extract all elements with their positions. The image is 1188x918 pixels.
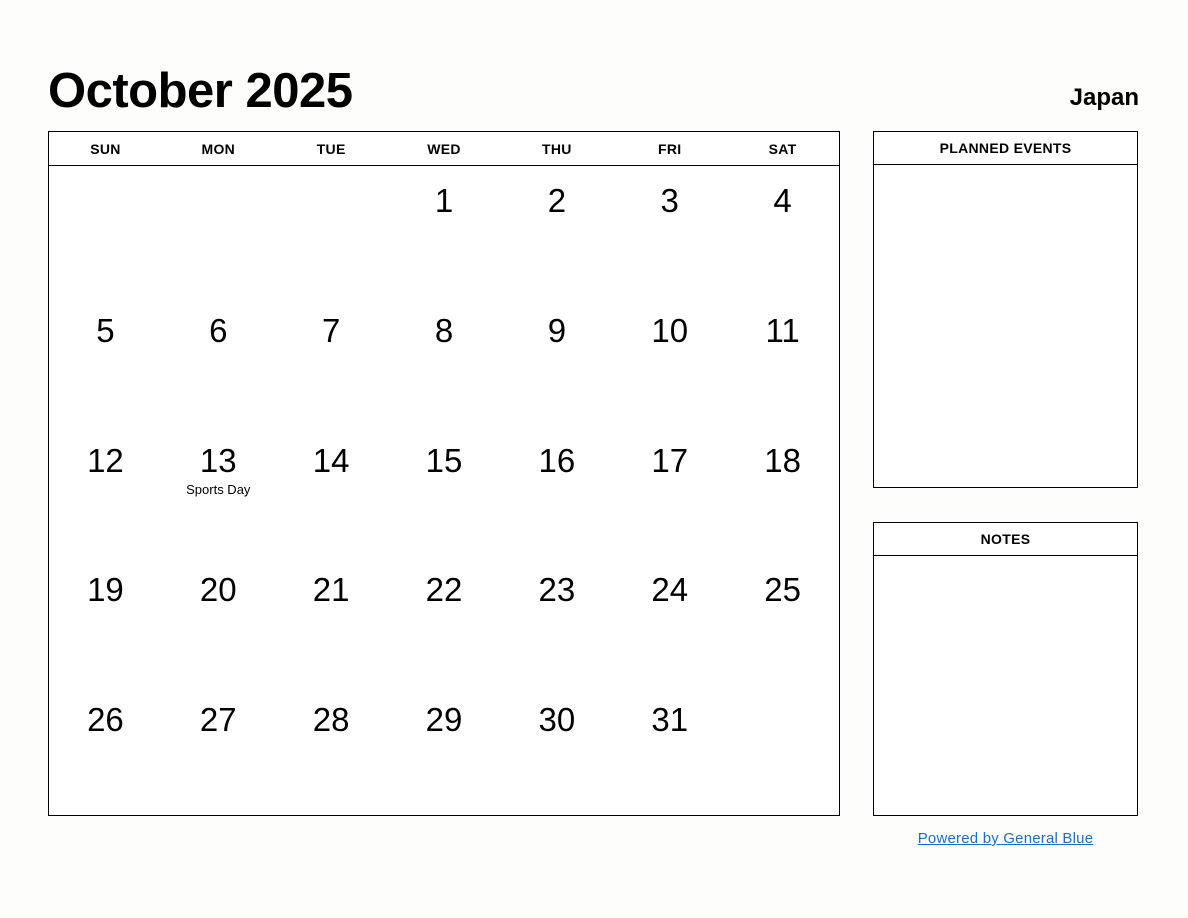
- planned-events-panel: PLANNED EVENTS: [873, 131, 1138, 488]
- day-cell[interactable]: 30: [500, 685, 613, 815]
- day-number: 31: [651, 701, 689, 739]
- planned-events-title: PLANNED EVENTS: [874, 132, 1137, 165]
- day-number: 24: [651, 571, 689, 609]
- region-label: Japan: [1069, 84, 1139, 111]
- day-number: 19: [87, 571, 124, 609]
- day-cell[interactable]: 11: [726, 296, 839, 426]
- calendar-week-row: 19 20 21 22 23 24 25: [49, 555, 839, 685]
- day-number: 28: [312, 701, 350, 739]
- day-number: 6: [209, 311, 228, 349]
- weekday-header-mon: MON: [201, 140, 236, 157]
- day-number: 30: [538, 701, 576, 739]
- calendar-week-row: 26 27 28 29 30 31: [49, 685, 839, 815]
- weekday-header-row: SUN MON TUE WED THU FRI SAT: [49, 132, 839, 166]
- page-footer: Powered by General Blue: [873, 830, 1138, 848]
- planned-events-body[interactable]: [874, 165, 1137, 487]
- day-cell[interactable]: 31: [613, 685, 726, 815]
- day-event-label: Sports Day: [186, 482, 251, 498]
- day-number: 3: [660, 182, 679, 219]
- weekday-header-fri: FRI: [658, 140, 682, 157]
- day-cell[interactable]: 7: [275, 296, 388, 426]
- day-number: 11: [765, 311, 800, 349]
- day-cell-empty: [49, 166, 162, 296]
- day-cell[interactable]: 12: [49, 426, 162, 556]
- calendar-page: October 2025 Japan SUN MON TUE WED THU FRI SAT…: [0, 0, 1188, 918]
- page-title: October 2025: [48, 64, 353, 118]
- day-cell[interactable]: 5: [49, 296, 162, 426]
- day-cell[interactable]: 16: [500, 426, 613, 556]
- day-cell[interactable]: 6: [162, 296, 275, 426]
- notes-panel: NOTES: [873, 522, 1138, 816]
- weekday-header-sun: SUN: [90, 140, 121, 157]
- day-cell[interactable]: 29: [388, 685, 501, 815]
- day-cell[interactable]: 19: [49, 555, 162, 685]
- calendar-week-row: 1 2 3 4: [49, 166, 839, 296]
- day-cell[interactable]: 24: [613, 555, 726, 685]
- day-number: 23: [538, 571, 576, 609]
- day-cell[interactable]: 14: [275, 426, 388, 556]
- day-cell[interactable]: 17: [613, 426, 726, 556]
- day-cell[interactable]: 1: [388, 166, 501, 296]
- day-cell[interactable]: 20: [162, 555, 275, 685]
- calendar-week-row: 12 13 Sports Day 14 15 16 17 18: [49, 426, 839, 556]
- day-number: 15: [425, 441, 463, 479]
- day-number: 16: [538, 441, 576, 479]
- day-cell[interactable]: 2: [500, 166, 613, 296]
- day-cell[interactable]: 15: [388, 426, 501, 556]
- day-cell[interactable]: 9: [500, 296, 613, 426]
- day-number: 27: [199, 701, 237, 739]
- day-number: 8: [434, 311, 454, 349]
- day-number: 10: [651, 311, 689, 349]
- calendar-weeks: 1 2 3 4 5 6 7 8 9 10 11 12 13 Sports Day 14 15 16 17 18 19 2…: [49, 166, 839, 815]
- day-number: 25: [764, 571, 801, 609]
- day-number: 1: [434, 182, 454, 219]
- day-number: 5: [96, 311, 115, 349]
- day-number: 7: [321, 311, 341, 349]
- day-number: 13: [199, 441, 237, 479]
- day-number: 21: [312, 571, 350, 609]
- day-number: 9: [547, 311, 567, 349]
- powered-by-link[interactable]: Powered by General Blue: [918, 830, 1094, 847]
- notes-body[interactable]: [874, 556, 1137, 815]
- day-number: 18: [764, 441, 801, 479]
- day-cell[interactable]: 22: [388, 555, 501, 685]
- day-number: 29: [425, 701, 463, 739]
- notes-title: NOTES: [874, 523, 1137, 556]
- weekday-header-wed: WED: [427, 140, 461, 157]
- day-cell[interactable]: 4: [726, 166, 839, 296]
- day-cell[interactable]: 26: [49, 685, 162, 815]
- calendar-week-row: 5 6 7 8 9 10 11: [49, 296, 839, 426]
- day-number: 2: [547, 182, 567, 219]
- day-cell[interactable]: 13 Sports Day: [162, 426, 275, 556]
- day-cell[interactable]: 18: [726, 426, 839, 556]
- day-cell[interactable]: 21: [275, 555, 388, 685]
- day-cell-empty: [275, 166, 388, 296]
- day-cell[interactable]: 28: [275, 685, 388, 815]
- day-number: 26: [87, 701, 124, 739]
- weekday-header-sat: SAT: [768, 140, 797, 157]
- day-cell-empty: [162, 166, 275, 296]
- day-number: 12: [87, 441, 124, 479]
- day-cell[interactable]: 8: [388, 296, 501, 426]
- day-number: 22: [425, 571, 463, 609]
- day-number: 20: [199, 571, 237, 609]
- calendar-grid: SUN MON TUE WED THU FRI SAT 1 2 3 4 5 6 7 8 9 10 11 12 13 S…: [48, 131, 840, 816]
- weekday-header-thu: THU: [542, 140, 572, 157]
- day-number: 17: [651, 441, 689, 479]
- day-cell[interactable]: 23: [500, 555, 613, 685]
- day-cell[interactable]: 27: [162, 685, 275, 815]
- day-number: 4: [773, 182, 792, 219]
- day-cell-empty: [726, 685, 839, 815]
- day-cell[interactable]: 25: [726, 555, 839, 685]
- day-cell[interactable]: 3: [613, 166, 726, 296]
- day-cell[interactable]: 10: [613, 296, 726, 426]
- day-number: 14: [312, 441, 350, 479]
- page-header: October 2025 Japan: [48, 44, 1139, 116]
- weekday-header-tue: TUE: [316, 140, 346, 157]
